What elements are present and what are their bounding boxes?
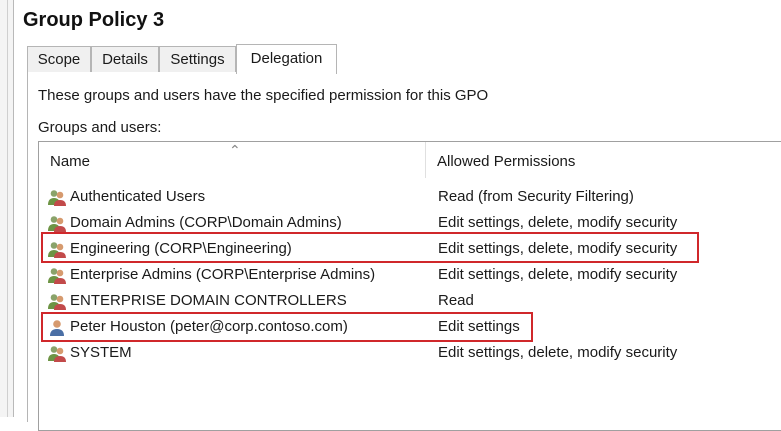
row-permission: Edit settings, delete, modify security bbox=[438, 240, 678, 257]
list-item[interactable]: Domain Admins (CORP\Domain Admins) Edit … bbox=[43, 210, 781, 236]
list-item[interactable]: Enterprise Admins (CORP\Enterprise Admin… bbox=[43, 262, 781, 288]
tab-delegation[interactable]: Delegation bbox=[236, 44, 337, 74]
row-name: Peter Houston (peter@corp.contoso.com) bbox=[70, 318, 348, 335]
column-header-name[interactable]: ⌃ Name bbox=[39, 142, 426, 178]
row-permission: Edit settings, delete, modify security bbox=[438, 214, 678, 231]
tab-strip: Scope Details Settings Delegation bbox=[27, 44, 781, 74]
group-icon bbox=[48, 242, 66, 258]
window-left-edge bbox=[0, 0, 14, 417]
list-item[interactable]: Authenticated Users Read (from Security … bbox=[43, 184, 781, 210]
row-name: Domain Admins (CORP\Domain Admins) bbox=[70, 214, 342, 231]
group-icon bbox=[48, 346, 66, 362]
groups-users-listview[interactable]: ⌃ Name Allowed Permissions Authenticated… bbox=[38, 141, 781, 431]
page-title: Group Policy 3 bbox=[23, 9, 165, 31]
list-item[interactable]: SYSTEM Edit settings, delete, modify sec… bbox=[43, 340, 781, 366]
list-item[interactable]: ENTERPRISE DOMAIN CONTROLLERS Read bbox=[43, 288, 781, 314]
description-text: These groups and users have the specifie… bbox=[38, 87, 489, 104]
row-permission: Read bbox=[438, 292, 474, 309]
list-item[interactable]: Peter Houston (peter@corp.contoso.com) E… bbox=[43, 314, 781, 340]
row-name: Enterprise Admins (CORP\Enterprise Admin… bbox=[70, 266, 376, 283]
list-item[interactable]: Engineering (CORP\Engineering) Edit sett… bbox=[43, 236, 781, 262]
group-icon bbox=[48, 294, 66, 310]
row-name: Engineering (CORP\Engineering) bbox=[70, 240, 292, 257]
group-icon bbox=[48, 268, 66, 284]
row-name: SYSTEM bbox=[70, 344, 132, 361]
groups-and-users-label: Groups and users: bbox=[38, 119, 162, 136]
user-icon bbox=[50, 320, 64, 336]
group-icon bbox=[48, 190, 66, 206]
tab-scope[interactable]: Scope bbox=[27, 46, 91, 72]
tab-settings[interactable]: Settings bbox=[159, 46, 236, 72]
row-name: ENTERPRISE DOMAIN CONTROLLERS bbox=[70, 292, 347, 309]
row-permission: Edit settings, delete, modify security bbox=[438, 266, 678, 283]
row-name: Authenticated Users bbox=[70, 188, 206, 205]
row-permission: Edit settings bbox=[438, 318, 520, 335]
group-icon bbox=[48, 216, 66, 232]
row-permission: Edit settings, delete, modify security bbox=[438, 344, 678, 361]
column-header-name-label: Name bbox=[50, 153, 91, 170]
tab-details[interactable]: Details bbox=[91, 46, 159, 72]
sort-ascending-icon: ⌃ bbox=[229, 142, 241, 158]
row-permission: Read (from Security Filtering) bbox=[438, 188, 634, 205]
column-header-permissions[interactable]: Allowed Permissions bbox=[426, 142, 781, 178]
